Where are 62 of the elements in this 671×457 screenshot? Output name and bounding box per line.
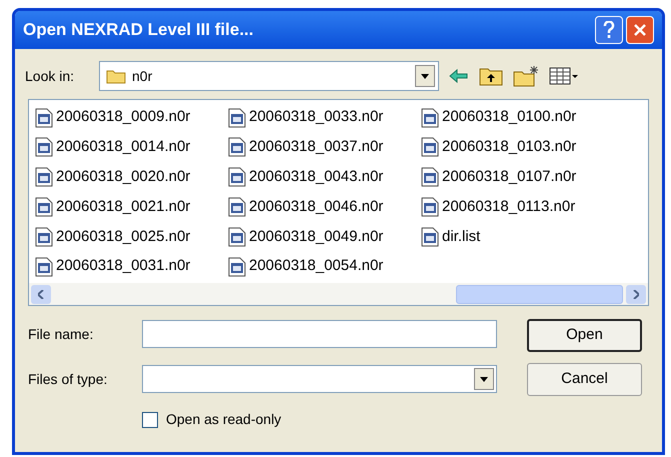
- file-icon: [35, 108, 53, 128]
- file-item[interactable]: 20060318_0037.n0r: [228, 136, 386, 159]
- look-in-label: Look in:: [25, 66, 76, 86]
- file-icon: [228, 256, 246, 277]
- up-folder-icon[interactable]: [479, 66, 503, 86]
- file-icon: [228, 226, 246, 247]
- file-icon: [421, 167, 439, 188]
- file-item[interactable]: 20060318_0043.n0r: [228, 166, 386, 189]
- look-in-dropdown[interactable]: n0r: [99, 61, 439, 91]
- file-item[interactable]: 20060318_0103.n0r: [421, 136, 578, 159]
- file-icon: [228, 137, 246, 158]
- view-menu-icon[interactable]: [549, 66, 579, 86]
- horizontal-scrollbar[interactable]: [29, 283, 648, 305]
- help-button[interactable]: [595, 16, 623, 44]
- new-folder-icon[interactable]: [513, 65, 539, 87]
- file-icon: [421, 108, 439, 128]
- help-icon: [603, 21, 615, 39]
- file-item[interactable]: 20060318_0054.n0r: [228, 255, 386, 278]
- file-item[interactable]: 20060318_0009.n0r: [35, 106, 192, 129]
- caret-icon: [480, 376, 488, 382]
- read-only-label: Open as read-only: [166, 410, 282, 429]
- read-only-checkbox[interactable]: [142, 412, 158, 428]
- file-icon: [228, 167, 246, 188]
- file-item[interactable]: 20060318_0107.n0r: [421, 166, 578, 189]
- open-button[interactable]: Open: [527, 319, 642, 352]
- cancel-button[interactable]: Cancel: [527, 363, 642, 396]
- file-icon: [35, 137, 53, 158]
- file-name-field[interactable]: [142, 320, 497, 348]
- file-name-label: File name:: [28, 324, 94, 344]
- close-icon: [633, 23, 647, 37]
- file-type-label: Files of type:: [28, 370, 108, 389]
- file-icon: [35, 197, 53, 217]
- folder-icon: [106, 68, 126, 84]
- file-item[interactable]: 20060318_0014.n0r: [35, 136, 192, 159]
- file-icon: [421, 137, 439, 158]
- file-item[interactable]: 20060318_0049.n0r: [228, 225, 386, 248]
- back-arrow-icon[interactable]: [449, 68, 469, 84]
- file-icon: [228, 197, 246, 217]
- dropdown-arrow-button[interactable]: [474, 368, 494, 390]
- file-icon: [35, 226, 53, 247]
- file-icon: [228, 108, 246, 128]
- file-item[interactable]: dir.list: [421, 225, 482, 248]
- scroll-thumb[interactable]: [456, 284, 623, 304]
- dropdown-arrow-button[interactable]: [415, 65, 435, 87]
- file-item[interactable]: 20060318_0020.n0r: [35, 166, 192, 189]
- file-item[interactable]: 20060318_0033.n0r: [228, 106, 386, 129]
- file-item[interactable]: 20060318_0046.n0r: [228, 196, 386, 218]
- file-item[interactable]: 20060318_0021.n0r: [35, 196, 192, 218]
- file-item[interactable]: 20060318_0025.n0r: [35, 225, 192, 248]
- scroll-right-button[interactable]: [626, 284, 646, 304]
- look-in-value: n0r: [132, 66, 154, 86]
- file-icon: [35, 256, 53, 277]
- caret-icon: [421, 74, 429, 78]
- file-item[interactable]: 20060318_0113.n0r: [421, 196, 578, 218]
- file-item[interactable]: 20060318_0100.n0r: [421, 106, 578, 129]
- close-button[interactable]: [626, 16, 654, 44]
- file-icon: [421, 197, 439, 217]
- window-title: Open NEXRAD Level III file...: [23, 19, 254, 42]
- scroll-left-button[interactable]: [31, 284, 51, 304]
- file-icon: [35, 167, 53, 188]
- file-icon: [421, 226, 439, 247]
- file-item[interactable]: 20060318_0031.n0r: [35, 255, 192, 278]
